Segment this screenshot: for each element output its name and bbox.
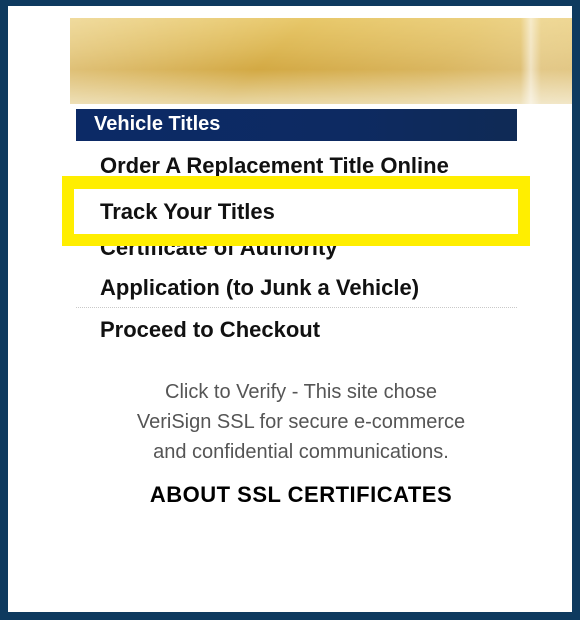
nav-link-certificate-of-authority-line2[interactable]: Application (to Junk a Vehicle) [100,274,419,302]
nav-link-certificate-of-authority-line1[interactable]: Certificate of Authority [100,246,338,262]
verisign-seal-text[interactable]: Click to Verify - This site chose VeriSi… [76,377,526,467]
nav-link-certificate-of-authority-text[interactable]: Certificate of Authority [100,246,338,262]
nav-link-track-your-titles[interactable]: Track Your Titles [100,198,275,226]
header-banner-image [70,18,572,104]
verisign-text-line1: Click to Verify - This site chose [165,381,437,403]
section-header-vehicle-titles: Vehicle Titles [76,109,517,141]
nav-link-proceed-to-checkout[interactable]: Proceed to Checkout [100,316,320,344]
about-ssl-certificates-link[interactable]: ABOUT SSL CERTIFICATES [76,480,526,510]
verisign-text-line2: VeriSign SSL for secure e-commerce [136,411,466,433]
page-frame: Vehicle Titles Order A Replacement Title… [0,0,580,620]
menu-divider [76,307,517,308]
verisign-text-line3: and confidential communications. [153,441,449,463]
nav-link-order-replacement-title[interactable]: Order A Replacement Title Online [100,152,449,180]
